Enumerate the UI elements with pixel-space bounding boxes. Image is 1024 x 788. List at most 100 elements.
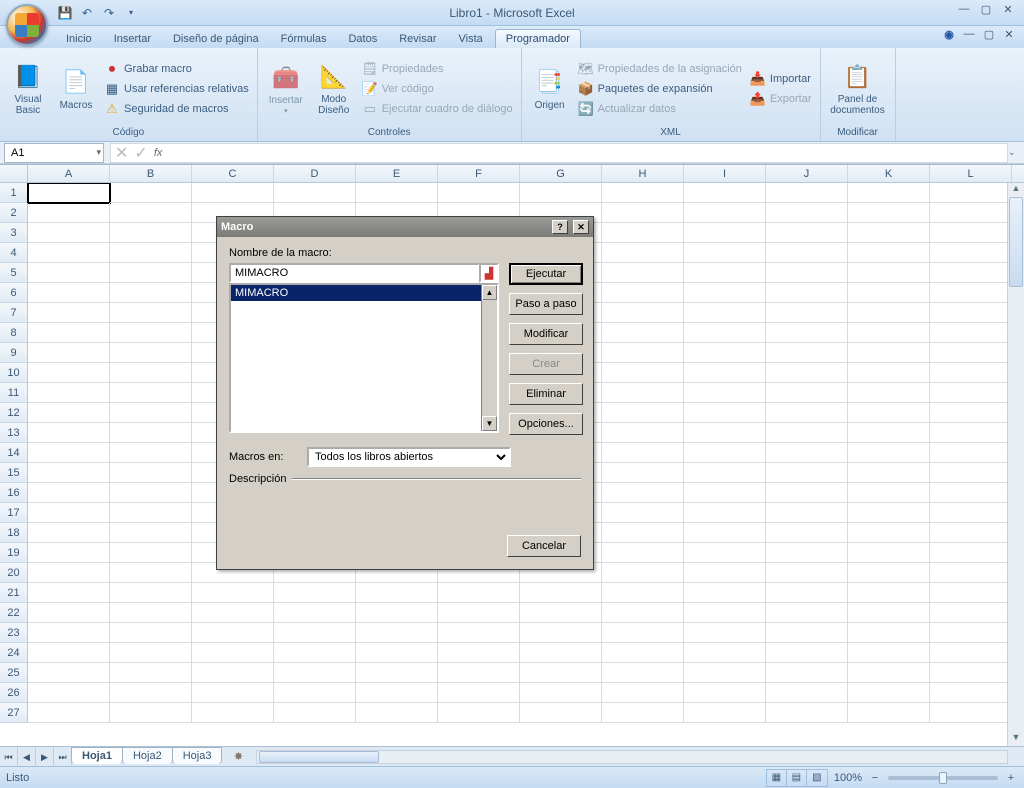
cell[interactable] bbox=[848, 583, 930, 603]
macro-list-item[interactable]: MIMACRO bbox=[231, 285, 497, 301]
cell[interactable] bbox=[602, 423, 684, 443]
cell[interactable] bbox=[274, 643, 356, 663]
tab-vista[interactable]: Vista bbox=[449, 30, 493, 48]
cell[interactable] bbox=[28, 583, 110, 603]
cell[interactable] bbox=[930, 303, 1012, 323]
cell[interactable] bbox=[602, 523, 684, 543]
zoom-in-button[interactable]: + bbox=[1004, 772, 1018, 784]
name-box[interactable]: A1▾ bbox=[4, 143, 104, 163]
cell[interactable] bbox=[930, 503, 1012, 523]
cell[interactable] bbox=[602, 443, 684, 463]
row-header[interactable]: 9 bbox=[0, 343, 28, 363]
cell[interactable] bbox=[684, 423, 766, 443]
cell[interactable] bbox=[602, 543, 684, 563]
cell[interactable] bbox=[766, 703, 848, 723]
cell[interactable] bbox=[848, 543, 930, 563]
cell[interactable] bbox=[520, 683, 602, 703]
cell[interactable] bbox=[848, 663, 930, 683]
cell[interactable] bbox=[766, 223, 848, 243]
cell[interactable] bbox=[684, 663, 766, 683]
cell[interactable] bbox=[356, 583, 438, 603]
sheet-tab-hoja2[interactable]: Hoja2 bbox=[122, 747, 173, 764]
formula-input-area[interactable]: ✕ ✓ fx bbox=[110, 143, 1008, 163]
cell[interactable] bbox=[930, 663, 1012, 683]
cell[interactable] bbox=[28, 423, 110, 443]
row-header[interactable]: 18 bbox=[0, 523, 28, 543]
cell[interactable] bbox=[684, 683, 766, 703]
grabar-macro-button[interactable]: ⏺Grabar macro bbox=[102, 60, 251, 78]
cell[interactable] bbox=[192, 603, 274, 623]
cell[interactable] bbox=[684, 403, 766, 423]
visual-basic-button[interactable]: 📘Visual Basic bbox=[6, 52, 50, 126]
cell[interactable] bbox=[356, 663, 438, 683]
cell[interactable] bbox=[930, 683, 1012, 703]
collapse-dialog-icon[interactable]: ▟ bbox=[479, 263, 499, 283]
cell[interactable] bbox=[930, 423, 1012, 443]
row-header[interactable]: 5 bbox=[0, 263, 28, 283]
cell[interactable] bbox=[684, 603, 766, 623]
cell[interactable] bbox=[602, 323, 684, 343]
cell[interactable] bbox=[930, 703, 1012, 723]
cell[interactable] bbox=[28, 683, 110, 703]
cell[interactable] bbox=[684, 283, 766, 303]
row-header[interactable]: 19 bbox=[0, 543, 28, 563]
cell[interactable] bbox=[28, 243, 110, 263]
cell[interactable] bbox=[848, 323, 930, 343]
cell[interactable] bbox=[930, 263, 1012, 283]
cell[interactable] bbox=[930, 543, 1012, 563]
cell[interactable] bbox=[110, 363, 192, 383]
cell[interactable] bbox=[602, 383, 684, 403]
cell[interactable] bbox=[602, 303, 684, 323]
cell[interactable] bbox=[356, 643, 438, 663]
cell[interactable] bbox=[602, 583, 684, 603]
cell[interactable] bbox=[28, 663, 110, 683]
cell[interactable] bbox=[684, 643, 766, 663]
cell[interactable] bbox=[28, 183, 110, 203]
modo-diseno-button[interactable]: 📐Modo Diseño bbox=[312, 52, 356, 126]
sheet-tab-hoja3[interactable]: Hoja3 bbox=[172, 747, 223, 764]
cell[interactable] bbox=[848, 263, 930, 283]
column-header[interactable]: G bbox=[520, 165, 602, 182]
cell[interactable] bbox=[766, 543, 848, 563]
column-header[interactable]: F bbox=[438, 165, 520, 182]
row-header[interactable]: 3 bbox=[0, 223, 28, 243]
cell[interactable] bbox=[848, 483, 930, 503]
cell[interactable] bbox=[110, 583, 192, 603]
row-header[interactable]: 14 bbox=[0, 443, 28, 463]
cell[interactable] bbox=[684, 263, 766, 283]
seguridad-macros-button[interactable]: ⚠Seguridad de macros bbox=[102, 100, 251, 118]
cell[interactable] bbox=[438, 683, 520, 703]
cell[interactable] bbox=[930, 403, 1012, 423]
cell[interactable] bbox=[848, 303, 930, 323]
cell[interactable] bbox=[930, 523, 1012, 543]
cell[interactable] bbox=[848, 403, 930, 423]
cell[interactable] bbox=[766, 623, 848, 643]
minimize-button[interactable]: — bbox=[954, 3, 974, 19]
row-header[interactable]: 12 bbox=[0, 403, 28, 423]
row-header[interactable]: 23 bbox=[0, 623, 28, 643]
cell[interactable] bbox=[274, 623, 356, 643]
cell[interactable] bbox=[848, 183, 930, 203]
hscroll-thumb[interactable] bbox=[259, 751, 379, 763]
cell[interactable] bbox=[684, 543, 766, 563]
cell[interactable] bbox=[848, 703, 930, 723]
row-header[interactable]: 13 bbox=[0, 423, 28, 443]
sheet-first-icon[interactable]: ⏮ bbox=[0, 747, 18, 767]
cell[interactable] bbox=[110, 343, 192, 363]
cell[interactable] bbox=[602, 563, 684, 583]
cell[interactable] bbox=[274, 583, 356, 603]
column-header[interactable]: A bbox=[28, 165, 110, 182]
cell[interactable] bbox=[766, 443, 848, 463]
cell[interactable] bbox=[684, 583, 766, 603]
cell[interactable] bbox=[28, 543, 110, 563]
cell[interactable] bbox=[766, 643, 848, 663]
cell[interactable] bbox=[110, 403, 192, 423]
row-header[interactable]: 7 bbox=[0, 303, 28, 323]
cell[interactable] bbox=[930, 323, 1012, 343]
paquetes-expansion-button[interactable]: 📦Paquetes de expansión bbox=[576, 80, 744, 98]
cell[interactable] bbox=[110, 523, 192, 543]
cell[interactable] bbox=[192, 683, 274, 703]
cell[interactable] bbox=[766, 343, 848, 363]
cell[interactable] bbox=[28, 563, 110, 583]
cell[interactable] bbox=[602, 483, 684, 503]
